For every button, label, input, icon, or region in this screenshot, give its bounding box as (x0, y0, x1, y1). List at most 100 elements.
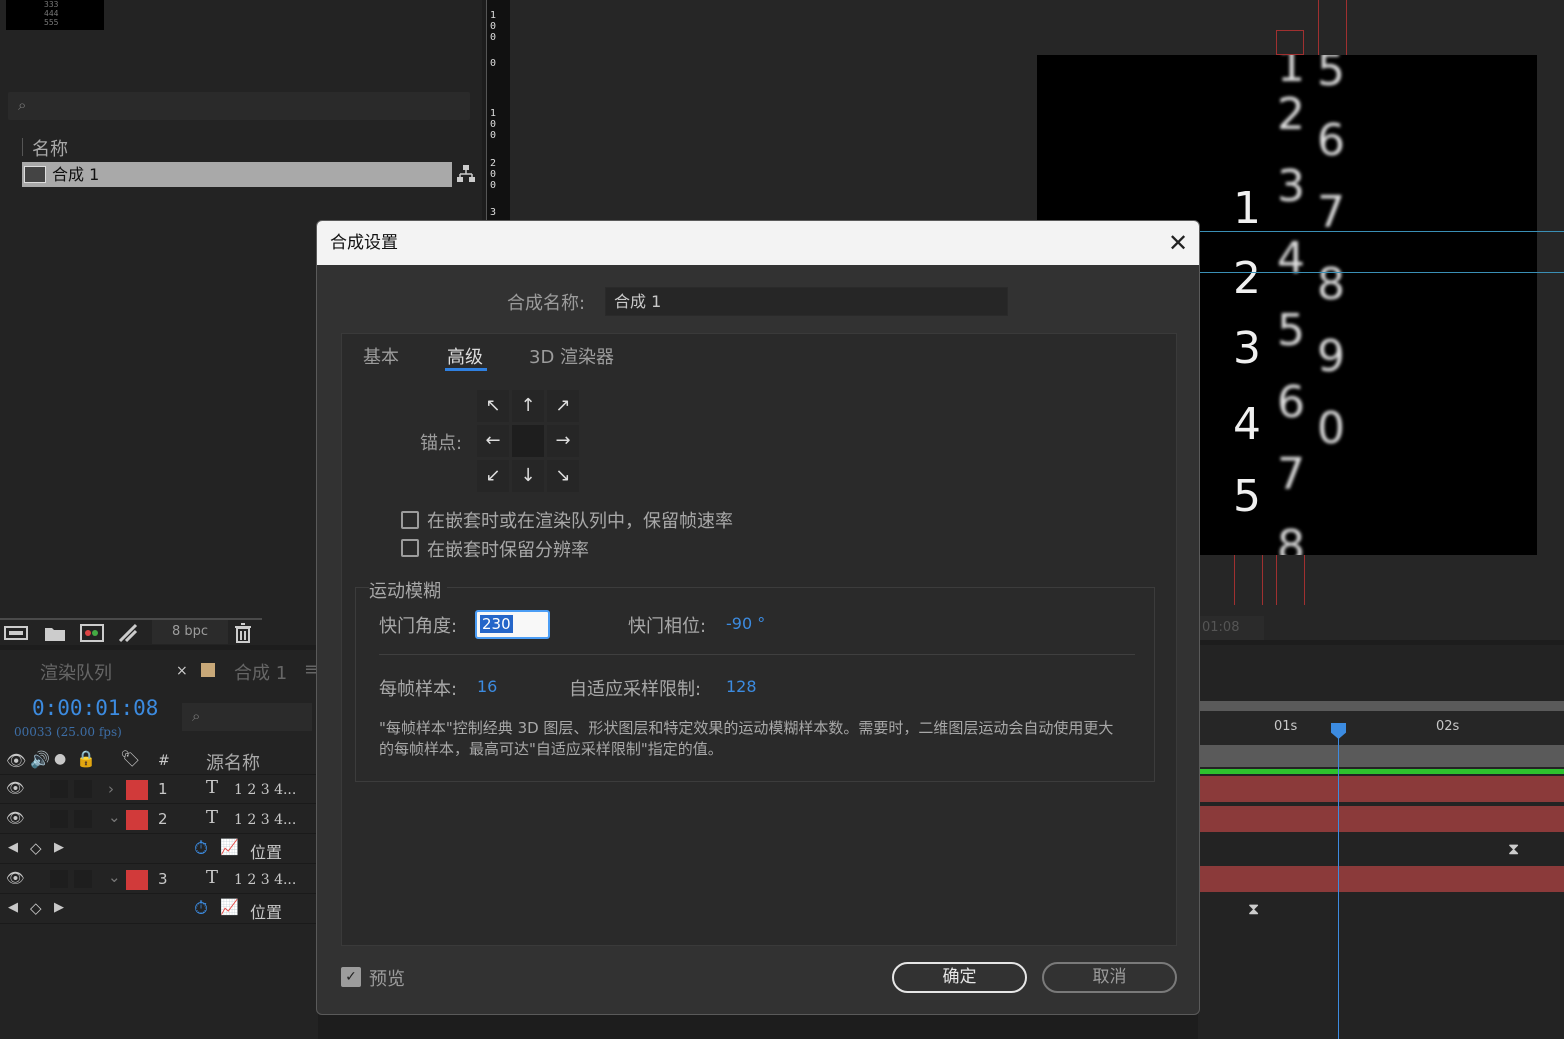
anchor-right-icon[interactable]: → (547, 425, 579, 457)
chevron-down-icon[interactable]: ⌄ (108, 868, 121, 886)
tab-comp[interactable]: 合成 1 (234, 659, 287, 685)
current-time[interactable]: 0:00:01:08 (32, 696, 158, 720)
samples-per-frame-value[interactable]: 16 (477, 677, 497, 696)
tab-3d-renderer[interactable]: 3D 渲染器 (529, 343, 614, 369)
anchor-label: 锚点: (420, 433, 463, 454)
label-color-swatch[interactable] (126, 810, 148, 830)
close-icon[interactable]: ✕ (1163, 229, 1193, 257)
prev-keyframe-icon[interactable]: ◀ (8, 900, 18, 915)
tab-render-queue[interactable]: 渲染队列 (40, 659, 112, 685)
project-search-input[interactable]: ⌕ (8, 92, 470, 120)
new-composition-icon[interactable] (80, 624, 104, 642)
lock-toggle[interactable] (74, 780, 92, 798)
layer-row[interactable]: 👁 ⌄ 2 T 1 2 3 4... (0, 806, 318, 834)
cancel-button[interactable]: 取消 (1042, 962, 1177, 993)
solo-toggle[interactable] (50, 810, 68, 828)
bit-depth-button[interactable]: 8 bpc (152, 620, 228, 644)
add-keyframe-icon[interactable]: ◇ (30, 839, 42, 857)
property-row[interactable]: ◀ ◇ ▶ ⏱ 📈 位置 (0, 896, 318, 924)
adobe-media-encoder-icon[interactable] (118, 623, 138, 643)
tab-basic[interactable]: 基本 (363, 343, 399, 369)
stopwatch-icon[interactable]: ⏱ (194, 898, 208, 919)
shutter-phase-value[interactable]: -90 ° (726, 614, 765, 633)
chevron-down-icon[interactable]: ⌄ (108, 808, 121, 826)
preserve-resolution-label[interactable]: 在嵌套时保留分辨率 (427, 536, 589, 562)
solo-icon[interactable]: ● (54, 751, 66, 767)
layer-bar[interactable] (1198, 806, 1564, 832)
preserve-framerate-checkbox[interactable] (401, 511, 419, 529)
property-row[interactable]: ◀ ◇ ▶ ⏱ 📈 位置 (0, 836, 318, 864)
lock-icon[interactable]: 🔒 (76, 749, 96, 768)
next-keyframe-icon[interactable]: ▶ (54, 900, 64, 915)
solo-toggle[interactable] (50, 780, 68, 798)
add-keyframe-icon[interactable]: ◇ (30, 899, 42, 917)
layer-bar[interactable] (1198, 866, 1564, 892)
header-source-name[interactable]: 源名称 (206, 749, 260, 775)
tab-advanced[interactable]: 高级 (447, 343, 483, 369)
interpret-footage-icon[interactable] (4, 624, 28, 642)
eye-icon[interactable]: 👁 (6, 869, 25, 887)
preview-checkbox[interactable]: ✓ (341, 967, 361, 987)
adaptive-limit-value[interactable]: 128 (726, 677, 757, 696)
anchor-left-icon[interactable]: ← (477, 425, 509, 457)
layer-row[interactable]: 👁 › 1 T 1 2 3 4... (0, 776, 318, 804)
timeline-search-input[interactable]: ⌕ (182, 703, 312, 731)
anchor-bottom-left-icon[interactable]: ↙ (477, 460, 509, 492)
keyframe-icon[interactable]: ⧗ (1508, 839, 1519, 859)
guide-line[interactable] (1200, 231, 1564, 232)
audio-icon[interactable]: 🔊 (30, 750, 50, 769)
graph-icon[interactable]: 📈 (220, 838, 239, 856)
digit-blurred: 7 (1317, 187, 1345, 238)
shutter-angle-input[interactable]: 230 (475, 610, 550, 639)
property-name[interactable]: 位置 (250, 839, 282, 863)
viewer-timecode[interactable]: 01:08 (1200, 616, 1264, 640)
solo-toggle[interactable] (50, 870, 68, 888)
flowchart-icon[interactable] (456, 164, 476, 184)
anchor-bottom-icon[interactable]: ↓ (512, 460, 544, 492)
timeline-graph[interactable]: 01s 02s ⧗ ⧗ (1198, 645, 1564, 1039)
preview-label[interactable]: 预览 (369, 965, 405, 991)
guide-line[interactable] (1200, 272, 1564, 273)
label-color-swatch[interactable] (126, 780, 148, 800)
stopwatch-icon[interactable]: ⏱ (194, 838, 208, 859)
eye-icon[interactable]: 👁 (6, 779, 25, 797)
motion-path-line (1304, 555, 1305, 605)
project-item-comp[interactable]: 合成 1 (22, 162, 452, 187)
comp-name-input[interactable]: 合成 1 (605, 287, 1008, 316)
preserve-framerate-label[interactable]: 在嵌套时或在渲染队列中，保留帧速率 (427, 507, 733, 533)
lock-toggle[interactable] (74, 810, 92, 828)
eye-icon[interactable]: 👁 (6, 751, 26, 770)
layer-bar[interactable] (1198, 776, 1564, 802)
layer-row[interactable]: 👁 ⌄ 3 T 1 2 3 4... (0, 866, 318, 894)
lock-toggle[interactable] (74, 870, 92, 888)
layer-name[interactable]: 1 2 3 4... (234, 812, 296, 828)
chevron-right-icon[interactable]: › (108, 780, 114, 798)
digit: 2 (1233, 253, 1261, 304)
eye-icon[interactable]: 👁 (6, 809, 25, 827)
graph-icon[interactable]: 📈 (220, 898, 239, 916)
layer-name[interactable]: 1 2 3 4... (234, 872, 296, 888)
anchor-center-icon[interactable] (512, 425, 544, 457)
property-name[interactable]: 位置 (250, 899, 282, 923)
anchor-top-icon[interactable]: ↑ (512, 390, 544, 422)
digit-blurred: 8 (1277, 521, 1305, 556)
close-icon[interactable]: × (176, 663, 188, 679)
label-color-swatch[interactable] (126, 870, 148, 890)
time-ruler[interactable]: 01s 02s (1198, 711, 1564, 745)
prev-keyframe-icon[interactable]: ◀ (8, 840, 18, 855)
ok-button[interactable]: 确定 (892, 962, 1027, 993)
next-keyframe-icon[interactable]: ▶ (54, 840, 64, 855)
anchor-bottom-right-icon[interactable]: ↘ (547, 460, 579, 492)
anchor-top-right-icon[interactable]: ↗ (547, 390, 579, 422)
new-folder-icon[interactable] (44, 624, 66, 642)
trash-icon[interactable] (234, 623, 252, 643)
layer-number: 1 (158, 780, 168, 798)
layer-name[interactable]: 1 2 3 4... (234, 782, 296, 798)
preserve-resolution-checkbox[interactable] (401, 539, 419, 557)
keyframe-icon[interactable]: ⧗ (1248, 899, 1259, 919)
ruler-label: 1 (490, 108, 497, 119)
anchor-top-left-icon[interactable]: ↖ (477, 390, 509, 422)
work-area-bar[interactable] (1198, 701, 1564, 711)
column-header-name[interactable]: 名称 (32, 135, 68, 161)
label-tag-icon[interactable]: 🏷 (120, 749, 140, 768)
